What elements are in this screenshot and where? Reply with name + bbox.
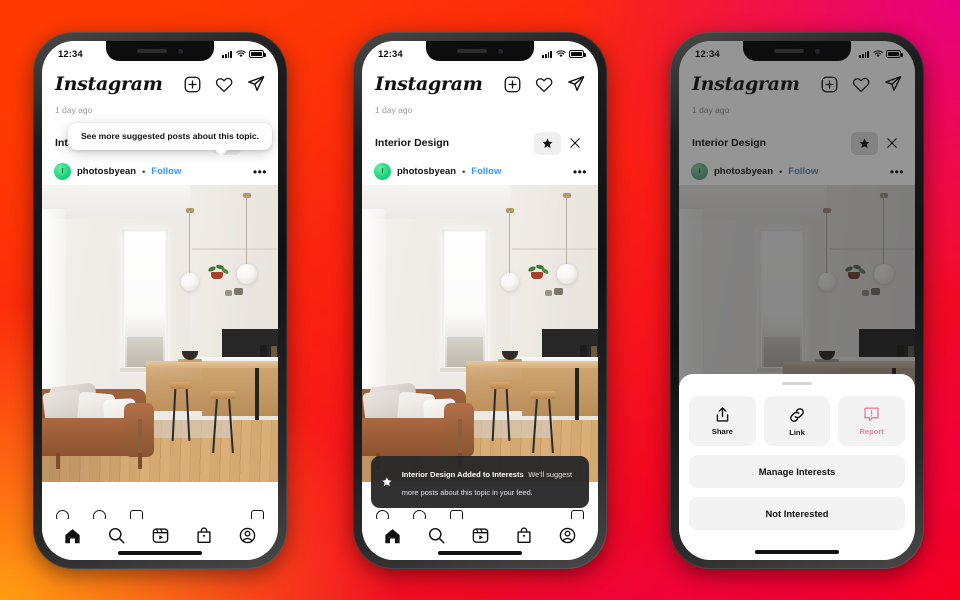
sheet-grabber[interactable] — [782, 382, 812, 386]
comment-icon[interactable] — [413, 510, 426, 519]
star-filled-icon — [382, 477, 392, 487]
direct-message-icon[interactable] — [567, 75, 585, 93]
post-actions-partial — [42, 510, 278, 519]
save-post-icon[interactable] — [251, 510, 264, 519]
close-icon[interactable] — [561, 132, 588, 155]
wifi-icon — [555, 50, 566, 58]
post-user-row: I photosbyean • Follow ••• — [42, 158, 278, 185]
profile-tab-icon[interactable] — [559, 527, 576, 544]
avatar[interactable]: I — [374, 163, 391, 180]
comment-icon[interactable] — [93, 510, 106, 519]
follow-button[interactable]: Follow — [151, 166, 181, 177]
star-icon[interactable] — [534, 131, 561, 155]
post-photo[interactable] — [362, 185, 598, 482]
home-indicator — [755, 550, 839, 554]
signal-bars-icon — [222, 50, 232, 58]
home-indicator — [118, 551, 202, 555]
speaker-icon — [774, 49, 804, 53]
phone1-screen: 12:34 Instagram 1 day ago I photosbyean … — [42, 41, 278, 560]
username[interactable]: photosbyean — [397, 166, 456, 177]
link-button[interactable]: Link — [763, 396, 831, 447]
home-indicator — [438, 551, 522, 555]
post-more-icon[interactable]: ••• — [253, 166, 267, 178]
speaker-icon — [137, 49, 167, 53]
home-tab-icon[interactable] — [64, 528, 81, 544]
status-time: 12:34 — [378, 48, 403, 60]
direct-message-icon[interactable] — [247, 75, 265, 93]
avatar[interactable]: I — [54, 163, 71, 180]
reels-tab-icon[interactable] — [472, 527, 489, 544]
notch — [743, 41, 851, 61]
reels-tab-icon[interactable] — [152, 527, 169, 544]
save-post-icon[interactable] — [571, 510, 584, 519]
toast-title: Interior Design Added to Interests — [401, 470, 524, 479]
signal-bars-icon — [542, 50, 552, 58]
report-icon — [864, 407, 879, 422]
search-tab-icon[interactable] — [428, 527, 445, 544]
shop-tab-icon[interactable] — [196, 527, 212, 544]
instagram-header: Instagram — [362, 67, 598, 101]
new-post-icon[interactable] — [184, 76, 201, 93]
phone-mockup-2: 12:34 Instagram 1 day ago Interior Desig… — [353, 32, 607, 569]
share-post-icon[interactable] — [450, 510, 463, 519]
post-photo[interactable] — [42, 185, 278, 482]
link-icon — [790, 408, 804, 422]
instagram-header: Instagram — [42, 67, 278, 101]
report-label: Report — [859, 427, 884, 437]
wifi-icon — [235, 50, 246, 58]
new-post-icon[interactable] — [504, 76, 521, 93]
profile-tab-icon[interactable] — [239, 527, 256, 544]
phone-mockup-3: 12:34 Instagram 1 day ago Interior Desig… — [670, 32, 924, 569]
like-icon[interactable] — [56, 510, 69, 519]
front-camera-icon — [178, 48, 183, 54]
battery-icon — [569, 50, 586, 58]
instagram-logo: Instagram — [55, 73, 163, 95]
topic-row: Interior Design — [362, 128, 598, 158]
notch — [106, 41, 214, 61]
phone-mockup-1: 12:34 Instagram 1 day ago I photosbyean … — [33, 32, 287, 569]
phone2-screen: 12:34 Instagram 1 day ago Interior Desig… — [362, 41, 598, 560]
front-camera-icon — [498, 48, 503, 54]
share-icon — [716, 407, 729, 423]
post-more-icon[interactable]: ••• — [573, 166, 587, 178]
report-button[interactable]: Report — [838, 396, 906, 447]
heart-icon[interactable] — [535, 76, 553, 93]
separator: • — [462, 166, 466, 177]
heart-icon[interactable] — [215, 76, 233, 93]
phone3-screen: 12:34 Instagram 1 day ago Interior Desig… — [679, 41, 915, 560]
search-tab-icon[interactable] — [108, 527, 125, 544]
post-user-row: I photosbyean • Follow ••• — [362, 158, 598, 185]
username[interactable]: photosbyean — [77, 166, 136, 177]
follow-button[interactable]: Follow — [471, 166, 501, 177]
front-camera-icon — [815, 48, 820, 54]
notch — [426, 41, 534, 61]
post-timestamp: 1 day ago — [375, 105, 413, 115]
not-interested-button[interactable]: Not Interested — [689, 497, 905, 531]
separator: • — [142, 166, 146, 177]
shop-tab-icon[interactable] — [516, 527, 532, 544]
battery-icon — [249, 50, 266, 58]
share-post-icon[interactable] — [130, 510, 143, 519]
toast-interest-added[interactable]: Interior Design Added to Interests We’ll… — [371, 456, 589, 508]
topic-title: Interior Design — [375, 137, 450, 149]
speaker-icon — [457, 49, 487, 53]
instagram-logo: Instagram — [375, 73, 483, 95]
share-button[interactable]: Share — [689, 396, 756, 447]
quick-actions-row: Share Link Report — [689, 396, 906, 447]
action-sheet: Share Link Report Manage Interests Not I… — [679, 374, 915, 560]
post-actions-partial — [362, 510, 598, 519]
home-tab-icon[interactable] — [384, 528, 401, 544]
like-icon[interactable] — [376, 510, 389, 519]
tooltip-suggested-posts[interactable]: See more suggested posts about this topi… — [68, 123, 272, 156]
status-time: 12:34 — [58, 48, 83, 60]
manage-interests-button[interactable]: Manage Interests — [689, 455, 905, 489]
post-timestamp: 1 day ago — [55, 105, 93, 115]
share-label: Share — [711, 427, 733, 437]
link-label: Link — [789, 427, 805, 437]
